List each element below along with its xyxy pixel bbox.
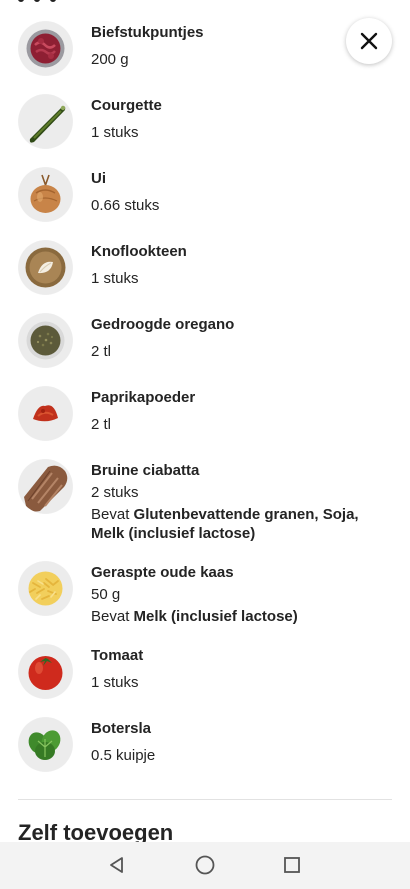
- ingredient-name: Tomaat: [91, 647, 144, 664]
- ingredient-item: Knoflookteen 1 stuks: [0, 233, 410, 306]
- ingredient-quantity: 0.66 stuks: [91, 197, 160, 214]
- ingredient-quantity: 50 g: [91, 586, 121, 603]
- ingredient-quantity: 1 stuks: [91, 124, 139, 141]
- ingredient-name: Courgette: [91, 97, 162, 114]
- ingredient-name: Paprikapoeder: [91, 389, 196, 406]
- cheese-icon: [18, 561, 73, 616]
- ingredient-list: Biefstukpuntjes 200 g Courgette 1 stuks: [0, 14, 410, 783]
- back-triangle-icon: [110, 857, 123, 873]
- ingredient-quantity: 2 tl: [91, 416, 112, 433]
- ingredient-name: Knoflookteen: [91, 243, 187, 260]
- garlic-icon: [18, 240, 73, 295]
- ingredient-item: Bruine ciabatta 2 stuks Bevat Glutenbeva…: [0, 452, 410, 554]
- system-navigation-bar: [0, 842, 410, 889]
- allergen-prefix: Bevat: [91, 506, 130, 523]
- ingredients-sheet: Biefstukpuntjes 200 g Courgette 1 stuks: [0, 0, 410, 889]
- recents-button[interactable]: [279, 852, 305, 878]
- tomato-icon: [18, 644, 73, 699]
- allergen-list: Melk (inclusief lactose): [133, 608, 298, 625]
- ingredient-name: Bruine ciabatta: [91, 462, 200, 479]
- recents-square-icon: [284, 857, 300, 873]
- ingredient-name: Botersla: [91, 720, 152, 737]
- section-divider: [18, 799, 392, 800]
- ingredient-item: Gedroogde oregano 2 tl: [0, 306, 410, 379]
- ingredient-quantity: 2 tl: [91, 343, 112, 360]
- ingredient-name: Geraspte oude kaas: [91, 564, 234, 581]
- ingredient-item: Courgette 1 stuks: [0, 87, 410, 160]
- ingredient-name: Ui: [91, 170, 106, 187]
- clipped-header-text: [18, 0, 138, 4]
- zucchini-icon: [18, 94, 73, 149]
- ciabatta-icon: [18, 459, 73, 514]
- ingredient-quantity: 0.5 kuipje: [91, 747, 156, 764]
- ingredient-item: Botersla 0.5 kuipje: [0, 710, 410, 783]
- close-icon: [360, 32, 378, 50]
- lettuce-icon: [18, 717, 73, 772]
- allergen-info: Bevat Melk (inclusief lactose): [91, 607, 396, 626]
- home-circle-icon: [195, 855, 215, 875]
- beef-strips-icon: [18, 21, 73, 76]
- ingredient-item: Tomaat 1 stuks: [0, 637, 410, 710]
- allergen-prefix: Bevat: [91, 608, 130, 625]
- ingredient-item: Geraspte oude kaas 50 g Bevat Melk (incl…: [0, 554, 410, 637]
- ingredient-name: Gedroogde oregano: [91, 316, 235, 333]
- ingredient-quantity: 1 stuks: [91, 674, 139, 691]
- allergen-info: Bevat Glutenbevattende granen, Soja, Mel…: [91, 505, 396, 543]
- ingredient-quantity: 1 stuks: [91, 270, 139, 287]
- ingredient-item: Ui 0.66 stuks: [0, 160, 410, 233]
- back-button[interactable]: [104, 852, 130, 878]
- oregano-icon: [18, 313, 73, 368]
- home-button[interactable]: [192, 852, 218, 878]
- ingredient-item: Paprikapoeder 2 tl: [0, 379, 410, 452]
- ingredient-quantity: 2 stuks: [91, 484, 139, 501]
- close-button[interactable]: [346, 18, 392, 64]
- paprika-icon: [18, 386, 73, 441]
- allergen-list: Glutenbevattende granen, Soja, Melk (inc…: [91, 506, 359, 542]
- onion-icon: [18, 167, 73, 222]
